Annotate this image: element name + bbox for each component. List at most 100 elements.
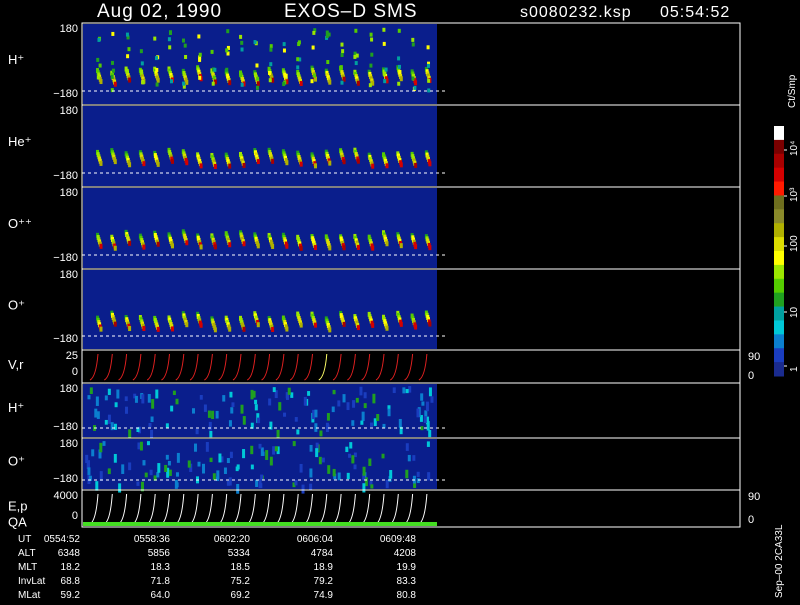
noise-mark: [428, 387, 432, 397]
header-time: 05:54:52: [660, 4, 730, 21]
ephemeris-value: 71.8: [151, 576, 171, 587]
spectrum-mark: [111, 68, 115, 73]
spectrum-mark: [111, 31, 115, 36]
spectrum-mark: [355, 53, 359, 58]
noise-mark: [283, 412, 287, 417]
spectrum-mark: [428, 321, 432, 327]
trace-line: [318, 353, 328, 381]
spectrum-mark: [271, 158, 275, 164]
spectrum-mark: [99, 160, 103, 166]
spectrum-mark: [339, 65, 343, 70]
spectrum-mark: [271, 243, 275, 249]
noise-mark: [87, 395, 91, 400]
spectrum-mark: [314, 245, 317, 251]
noise-mark: [398, 418, 402, 428]
spectrum-mark: [255, 85, 259, 90]
noise-mark: [269, 456, 273, 466]
noise-mark: [337, 472, 341, 481]
noise-mark: [128, 462, 132, 471]
y-tick-min: −180: [53, 88, 78, 100]
spectrum-mark: [239, 72, 243, 77]
panel-oplus2: O⁺ 180 −180: [8, 437, 741, 494]
noise-mark: [348, 453, 352, 458]
spectrum-mark: [126, 54, 130, 59]
spectrum-mark: [299, 161, 303, 167]
noise-mark: [231, 402, 235, 408]
spectrum-mark: [240, 47, 244, 52]
ephemeris-value: 0602:20: [214, 534, 251, 545]
spectrum-mark: [228, 326, 232, 332]
noise-mark: [321, 457, 325, 463]
spectrum-mark: [314, 163, 317, 169]
noise-mark: [147, 394, 151, 403]
spectrum-mark: [99, 326, 103, 332]
spectrum-mark: [382, 71, 386, 76]
spectrum-mark: [397, 64, 401, 69]
ephemeris-value: 74.9: [314, 590, 334, 600]
spectrum-mark: [356, 244, 360, 250]
spectrum-mark: [182, 38, 186, 43]
noise-mark: [229, 451, 233, 459]
noise-mark: [405, 469, 409, 479]
spectrum-mark: [153, 36, 157, 41]
trace-line: [104, 353, 113, 381]
noise-mark: [272, 446, 276, 455]
noise-mark: [301, 484, 305, 494]
spectrum-mark: [426, 45, 430, 50]
colorbar-label: 100: [789, 235, 800, 252]
spectrum-mark: [426, 63, 430, 68]
spectrum-mark: [128, 326, 132, 332]
spectrum-mark: [285, 243, 289, 249]
panel-hplus: H⁺ 180 −180: [8, 22, 741, 106]
noise-mark: [385, 479, 389, 489]
spectrum-mark: [383, 79, 387, 84]
noise-mark: [416, 478, 420, 484]
spectrum-mark: [156, 77, 160, 83]
noise-mark: [121, 464, 125, 474]
spectrum-mark: [356, 80, 360, 86]
panel-label: O⁺: [8, 297, 25, 312]
spectrum-mark: [397, 81, 401, 86]
y-tick-max: 180: [60, 383, 78, 395]
panel-label-2: QA: [8, 515, 27, 530]
spectrum-mark: [253, 40, 257, 45]
spectrum-mark: [299, 245, 303, 251]
noise-mark: [278, 402, 282, 411]
header-instrument: EXOS–D SMS: [284, 1, 418, 22]
spectrum-mark: [341, 49, 345, 54]
spectrum-mark: [354, 61, 358, 66]
spectrum-mark: [299, 322, 303, 328]
noise-mark: [355, 397, 359, 403]
noise-mark: [113, 453, 117, 463]
noise-mark: [242, 416, 246, 425]
ephemeris-value: 5334: [228, 548, 251, 559]
trace-line: [418, 493, 428, 525]
spectrum-mark: [399, 76, 403, 82]
panel-oplus: O⁺ 180 −180: [8, 268, 741, 351]
spectrum-mark: [310, 79, 314, 84]
spectrum-mark: [371, 322, 375, 328]
colorbar-segment: [774, 126, 784, 141]
spectrum-mark: [168, 45, 172, 50]
y-tick-min: −180: [53, 421, 78, 433]
y-tick-max: 25: [66, 350, 78, 362]
spectrum-mark: [369, 63, 373, 68]
spectrum-mark: [128, 77, 132, 83]
noise-mark: [254, 399, 258, 405]
colorbar-segment: [774, 153, 784, 169]
colorbar-segment: [774, 264, 784, 280]
spectrum-mark: [428, 161, 432, 167]
spectrum-mark: [399, 243, 403, 249]
spectrum-mark: [267, 70, 271, 75]
noise-mark: [228, 420, 232, 427]
noise-mark: [149, 469, 153, 476]
spectrum-mark: [113, 81, 117, 87]
noise-mark: [175, 398, 179, 405]
spectrum-mark: [314, 322, 317, 328]
y-tick-min: 0: [72, 510, 78, 522]
noise-mark: [294, 480, 298, 486]
spectrum-mark: [226, 29, 230, 34]
trace-line: [132, 493, 142, 525]
spectrum-mark: [128, 240, 132, 246]
ephemeris-value: 79.2: [314, 576, 334, 587]
